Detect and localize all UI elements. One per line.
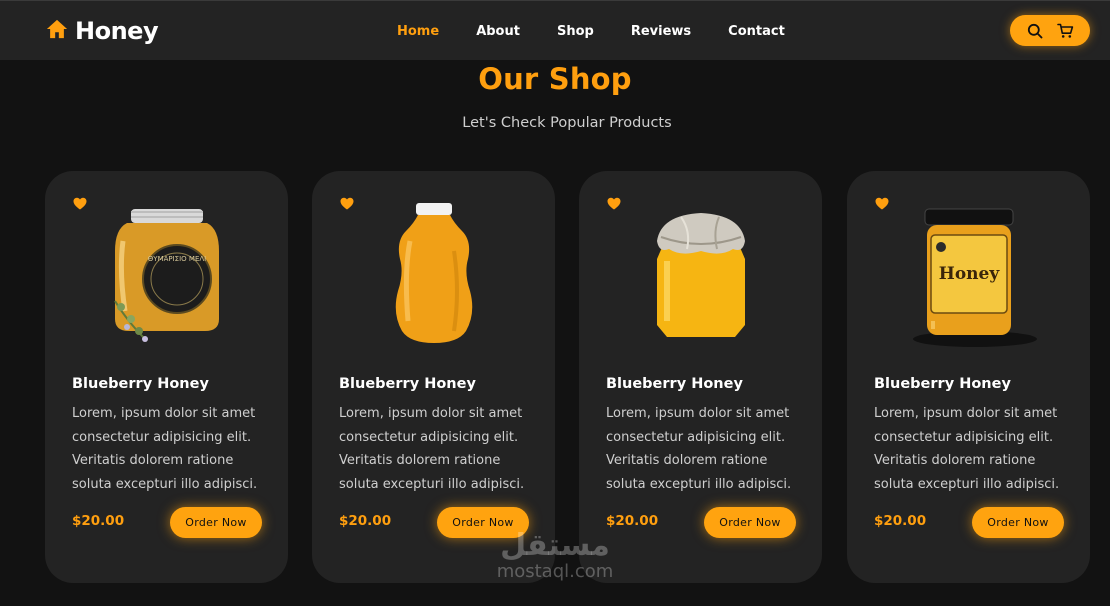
- watermark-latin: mostaql.com: [496, 561, 614, 582]
- jar-label-text: ΘΥΜΑΡΙΣΙΟ ΜΕΛΙ: [147, 255, 205, 263]
- heart-icon[interactable]: [875, 195, 889, 210]
- jar-label-text: Honey: [938, 264, 1000, 284]
- heart-icon[interactable]: [73, 195, 87, 210]
- order-now-button[interactable]: Order Now: [704, 507, 796, 538]
- product-price: $20.00: [874, 513, 927, 529]
- product-name: Blueberry Honey: [339, 376, 476, 392]
- product-image: [656, 213, 745, 337]
- order-now-button[interactable]: Order Now: [972, 507, 1064, 538]
- product-description: Lorem, ipsum dolor sit amet consectetur …: [339, 406, 525, 492]
- product-card: Honey Blueberry Honey Lorem, ipsum dolor…: [847, 171, 1090, 583]
- product-image: ΘΥΜΑΡΙΣΙΟ ΜΕΛΙ: [113, 209, 219, 342]
- product-name: Blueberry Honey: [874, 376, 1011, 392]
- product-description: Lorem, ipsum dolor sit amet consectetur …: [874, 406, 1060, 492]
- product-grid: ΘΥΜΑΡΙΣΙΟ ΜΕΛΙ Blueberry Honey Lorem, ip…: [0, 0, 1110, 606]
- product-price: $20.00: [606, 513, 659, 529]
- watermark: مستقل mostaql.com: [480, 530, 630, 582]
- product-image: [395, 203, 472, 343]
- product-price: $20.00: [339, 513, 392, 529]
- product-card: Blueberry Honey Lorem, ipsum dolor sit a…: [312, 171, 555, 583]
- heart-icon[interactable]: [607, 195, 621, 210]
- product-name: Blueberry Honey: [72, 376, 209, 392]
- order-now-button[interactable]: Order Now: [170, 507, 262, 538]
- product-image: Honey: [912, 208, 1037, 347]
- heart-icon[interactable]: [340, 195, 354, 210]
- watermark-arabic: مستقل: [500, 528, 610, 563]
- product-description: Lorem, ipsum dolor sit amet consectetur …: [72, 406, 258, 492]
- product-description: Lorem, ipsum dolor sit amet consectetur …: [606, 406, 792, 492]
- product-card: Blueberry Honey Lorem, ipsum dolor sit a…: [579, 171, 822, 583]
- product-price: $20.00: [72, 513, 125, 529]
- product-card: ΘΥΜΑΡΙΣΙΟ ΜΕΛΙ Blueberry Honey Lorem, ip…: [45, 171, 288, 583]
- product-name: Blueberry Honey: [606, 376, 743, 392]
